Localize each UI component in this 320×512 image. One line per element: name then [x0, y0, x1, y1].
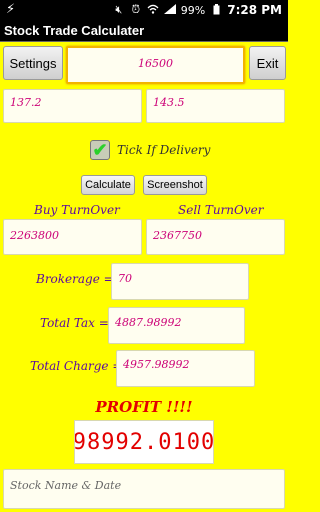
settings-button[interactable]: Settings — [3, 46, 63, 80]
total-charge-field[interactable]: 4957.98992 — [116, 350, 255, 387]
signal-icon — [163, 4, 176, 16]
lightning-icon: ⚡ — [6, 2, 16, 17]
delivery-label: Tick If Delivery — [117, 143, 211, 157]
sell-turnover-field[interactable]: 2367750 — [146, 219, 285, 255]
battery-percent: 99% — [180, 3, 206, 17]
profit-value: 98992.0100 — [74, 429, 214, 455]
total-tax-label: Total Tax = — [40, 316, 109, 330]
silent-icon: 🔇︎ — [115, 3, 123, 16]
check-icon: ✔ — [92, 140, 108, 160]
buy-turnover-label: Buy TurnOver — [34, 203, 120, 217]
alarm-icon: ⏰︎ — [131, 3, 141, 16]
profit-label: PROFIT !!!! — [95, 398, 193, 416]
status-bar: ⚡ 🔇︎ ⏰︎ 99% 7:28 PM — [0, 0, 288, 20]
clock: 7:28 PM — [227, 3, 282, 17]
calculate-button[interactable]: Calculate — [81, 175, 135, 195]
screenshot-button[interactable]: Screenshot — [143, 175, 207, 195]
battery-icon — [210, 4, 222, 16]
profit-value-field[interactable]: 98992.0100 — [74, 420, 214, 464]
delivery-checkbox[interactable]: ✔ — [90, 140, 110, 160]
sell-turnover-label: Sell TurnOver — [178, 203, 264, 217]
buy-price-input[interactable]: 137.2 — [3, 89, 142, 123]
exit-button[interactable]: Exit — [249, 46, 286, 80]
brokerage-label: Brokerage = — [36, 272, 114, 286]
total-charge-label: Total Charge = — [30, 359, 123, 373]
brokerage-input[interactable]: 70 — [111, 263, 249, 300]
status-icons: 🔇︎ ⏰︎ 99% 7:28 PM — [113, 3, 282, 17]
sell-price-input[interactable]: 143.5 — [146, 89, 285, 123]
total-tax-field[interactable]: 4887.98992 — [108, 307, 245, 344]
app-title: Stock Trade Calculater — [0, 20, 288, 42]
wifi-icon — [147, 4, 159, 16]
stock-name-date-input[interactable]: Stock Name & Date — [3, 469, 285, 509]
quantity-input[interactable]: 16500 — [66, 46, 245, 84]
buy-turnover-field[interactable]: 2263800 — [3, 219, 142, 255]
